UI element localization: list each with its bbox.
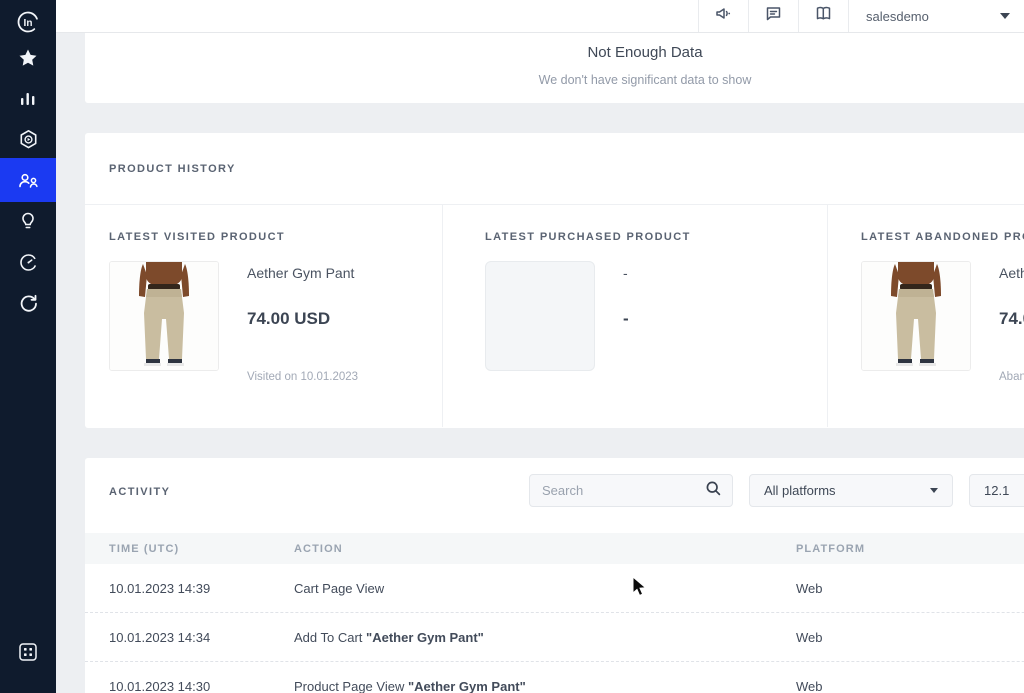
search-icon[interactable] xyxy=(705,480,722,502)
activity-table-header: TIME (UTC) ACTION PLATFORM xyxy=(85,533,1024,564)
activity-row[interactable]: 10.01.2023 14:30 Product Page View "Aeth… xyxy=(85,662,1024,693)
column-header-time: TIME (UTC) xyxy=(85,543,294,555)
activity-header: ACTIVITY All platforms 12.1 xyxy=(85,458,1024,523)
megaphone-icon xyxy=(714,4,733,28)
product-name: - xyxy=(623,265,629,281)
date-range-value: 12.1 xyxy=(984,483,1009,498)
not-enough-data-card: Not Enough Data We don't have significan… xyxy=(85,33,1024,103)
sidebar-item-favorites[interactable] xyxy=(0,36,56,80)
product-name: Aether Gym Pant xyxy=(999,265,1024,281)
refresh-icon xyxy=(18,293,39,314)
product-history-title: PRODUCT HISTORY xyxy=(109,163,236,175)
row-time: 10.01.2023 14:30 xyxy=(85,679,294,693)
sidebar: In xyxy=(0,0,56,693)
product-image xyxy=(109,261,219,371)
sidebar-item-insights[interactable] xyxy=(0,199,56,243)
product-image-placeholder xyxy=(485,261,595,371)
star-icon xyxy=(18,48,38,68)
activity-card: ACTIVITY All platforms 12.1 TIME (UTC) A… xyxy=(85,458,1024,693)
product-history-header: PRODUCT HISTORY xyxy=(85,133,1024,205)
sidebar-item-sync[interactable] xyxy=(0,281,56,325)
date-range-filter[interactable]: 12.1 xyxy=(969,474,1024,507)
latest-visited-product: LATEST VISITED PRODUCT xyxy=(85,205,443,427)
row-time: 10.01.2023 14:34 xyxy=(85,630,294,645)
sidebar-item-analytics[interactable] xyxy=(0,76,56,120)
sidebar-item-apps[interactable] xyxy=(0,630,56,674)
latest-abandoned-label: LATEST ABANDONED PRODUCT xyxy=(861,231,1024,243)
row-platform: Web xyxy=(796,581,996,596)
sidebar-item-products[interactable] xyxy=(0,117,56,161)
sidebar-item-journeys[interactable] xyxy=(0,240,56,284)
latest-abandoned-product: LATEST ABANDONED PRODUCT xyxy=(828,205,1024,427)
activity-row[interactable]: 10.01.2023 14:34 Add To Cart "Aether Gym… xyxy=(85,613,1024,662)
hexagon-product-icon xyxy=(18,129,39,150)
bar-chart-icon xyxy=(18,88,38,108)
book-icon xyxy=(814,4,833,28)
chevron-down-icon xyxy=(1000,13,1010,19)
not-enough-data-subtitle: We don't have significant data to show xyxy=(85,61,1024,87)
latest-purchased-product: LATEST PURCHASED PRODUCT - - xyxy=(443,205,828,427)
product-history-card: PRODUCT HISTORY LATEST VISITED PRODUCT xyxy=(85,133,1024,428)
column-header-action: ACTION xyxy=(294,543,796,555)
not-enough-data-title: Not Enough Data xyxy=(85,33,1024,61)
insider-logo-icon: In xyxy=(16,10,40,34)
feedback-button[interactable] xyxy=(748,0,798,32)
platform-filter-value: All platforms xyxy=(764,483,930,498)
row-platform: Web xyxy=(796,630,996,645)
search-input[interactable] xyxy=(542,483,705,498)
product-meta: Visited on 10.01.2023 xyxy=(247,371,358,383)
activity-search xyxy=(529,474,733,507)
platform-filter-dropdown[interactable]: All platforms xyxy=(749,474,953,507)
row-time: 10.01.2023 14:39 xyxy=(85,581,294,596)
row-action: Cart Page View xyxy=(294,581,796,596)
announcements-button[interactable] xyxy=(698,0,748,32)
account-name: salesdemo xyxy=(866,9,1000,24)
sidebar-item-audience[interactable] xyxy=(0,158,56,202)
product-price: - xyxy=(623,309,629,329)
chevron-down-icon xyxy=(930,488,938,493)
product-meta: Abandoned on 10.01.2023 xyxy=(999,371,1024,383)
topbar-spacer xyxy=(56,0,698,32)
product-price: 74.00 USD xyxy=(999,309,1024,329)
gauge-icon xyxy=(18,252,39,273)
latest-visited-label: LATEST VISITED PRODUCT xyxy=(109,231,442,243)
product-history-columns: LATEST VISITED PRODUCT xyxy=(85,205,1024,427)
product-name: Aether Gym Pant xyxy=(247,265,358,281)
latest-purchased-label: LATEST PURCHASED PRODUCT xyxy=(485,231,827,243)
topbar: salesdemo xyxy=(56,0,1024,33)
lightbulb-icon xyxy=(18,211,38,231)
people-icon xyxy=(17,169,40,192)
product-price: 74.00 USD xyxy=(247,309,358,329)
row-platform: Web xyxy=(796,679,996,693)
activity-title: ACTIVITY xyxy=(109,486,170,498)
activity-row[interactable]: 10.01.2023 14:39 Cart Page View Web xyxy=(85,564,1024,613)
chat-icon xyxy=(764,4,783,28)
product-image xyxy=(861,261,971,371)
svg-text:In: In xyxy=(24,18,33,29)
column-header-platform: PLATFORM xyxy=(796,543,996,555)
row-action: Product Page View "Aether Gym Pant" xyxy=(294,679,796,693)
row-action: Add To Cart "Aether Gym Pant" xyxy=(294,630,796,645)
app-grid-icon xyxy=(17,641,39,663)
account-switcher[interactable]: salesdemo xyxy=(848,0,1024,32)
docs-button[interactable] xyxy=(798,0,848,32)
